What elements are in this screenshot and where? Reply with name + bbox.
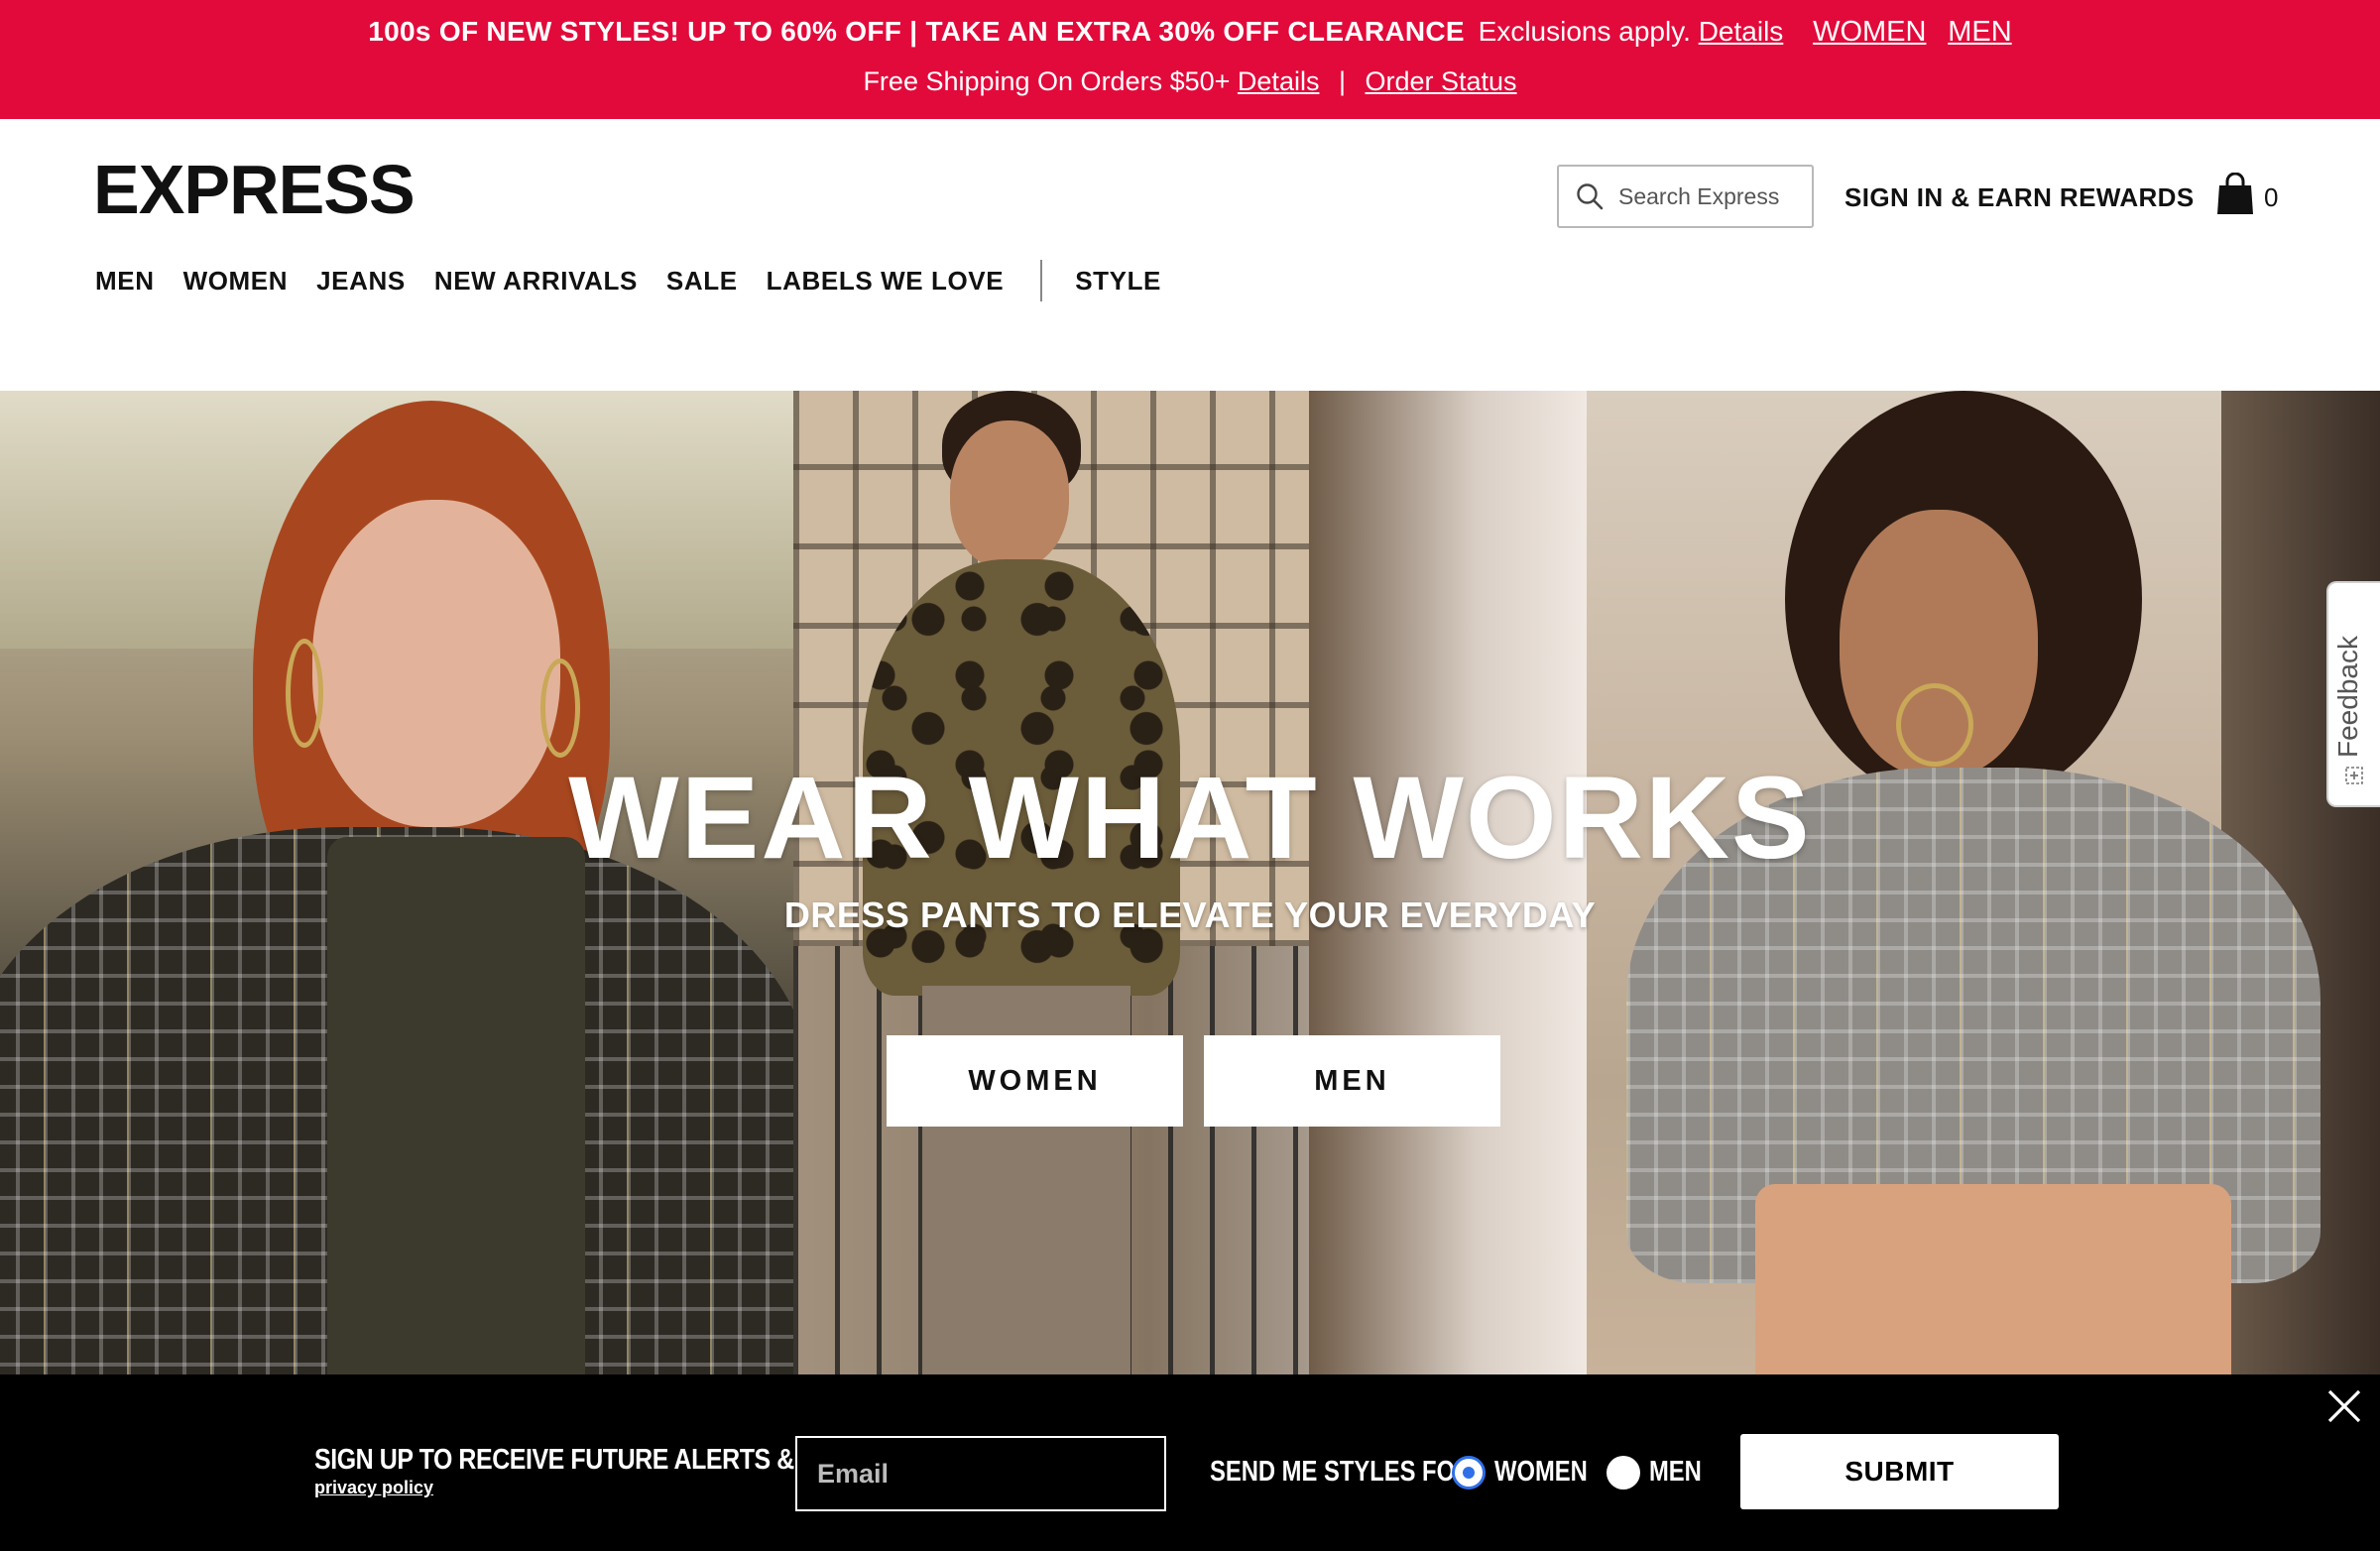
- feedback-label: Feedback: [2332, 636, 2363, 758]
- earring-left: [286, 639, 323, 748]
- nav-item-sale[interactable]: SALE: [666, 266, 738, 297]
- hero-title: WEAR WHAT WORKS: [568, 753, 1812, 884]
- sign-in-rewards-link[interactable]: SIGN IN & EARN REWARDS: [1844, 182, 2195, 213]
- hero-image-woman-right: [1587, 391, 2380, 1382]
- express-logo[interactable]: EXPRESS: [93, 152, 416, 227]
- bag-count[interactable]: 0: [2264, 182, 2278, 213]
- radio-women[interactable]: [1452, 1456, 1486, 1490]
- nav-item-new-arrivals[interactable]: NEW ARRIVALS: [434, 266, 638, 297]
- search-box[interactable]: [1557, 165, 1814, 228]
- figure-pants: [1755, 1184, 2231, 1382]
- hero-women-button[interactable]: WOMEN: [887, 1035, 1183, 1127]
- main-nav: MEN WOMEN JEANS NEW ARRIVALS SALE LABELS…: [95, 260, 1190, 301]
- hero-image-man-center: [793, 391, 1587, 1382]
- search-input[interactable]: [1618, 182, 1787, 210]
- nav-item-style[interactable]: STYLE: [1075, 266, 1161, 297]
- email-signup-bar: SIGN UP TO RECEIVE FUTURE ALERTS & OFFER…: [0, 1374, 2380, 1551]
- promo-exclusions-note: Exclusions apply.: [1478, 16, 1691, 47]
- radio-women-label[interactable]: WOMEN: [1494, 1456, 1588, 1489]
- radio-men-label[interactable]: MEN: [1649, 1456, 1702, 1489]
- promo-details-link[interactable]: Details: [1699, 16, 1784, 47]
- figure-face: [950, 420, 1069, 569]
- nav-item-men[interactable]: MEN: [95, 266, 155, 297]
- promo-women-link[interactable]: WOMEN: [1813, 16, 1926, 48]
- promo-line-primary: 100s OF NEW STYLES! UP TO 60% OFF | TAKE…: [0, 14, 2380, 50]
- styles-for-label: SEND ME STYLES FOR: [1210, 1456, 1473, 1488]
- hero-image-woman-left: [0, 391, 793, 1382]
- search-icon[interactable]: [1575, 181, 1605, 211]
- promo-men-link[interactable]: MEN: [1948, 16, 2011, 48]
- plus-box-icon: [2345, 767, 2363, 784]
- shipping-details-link[interactable]: Details: [1238, 66, 1320, 96]
- promo-separator: |: [1338, 66, 1346, 96]
- shipping-text: Free Shipping On Orders $50+: [863, 66, 1231, 96]
- nav-item-jeans[interactable]: JEANS: [316, 266, 406, 297]
- feedback-tab[interactable]: Feedback: [2326, 581, 2380, 807]
- privacy-policy-link[interactable]: privacy policy: [314, 1478, 433, 1498]
- earring-right: [540, 658, 580, 758]
- nav-divider: [1040, 260, 1043, 301]
- hero-men-button[interactable]: MEN: [1204, 1035, 1500, 1127]
- close-icon[interactable]: [2326, 1388, 2362, 1424]
- hero-banner[interactable]: WEAR WHAT WORKS DRESS PANTS TO ELEVATE Y…: [0, 391, 2380, 1382]
- email-field[interactable]: [795, 1436, 1166, 1511]
- promo-headline: 100s OF NEW STYLES! UP TO 60% OFF | TAKE…: [368, 16, 1465, 47]
- submit-button[interactable]: SUBMIT: [1740, 1434, 2059, 1509]
- nav-item-women[interactable]: WOMEN: [183, 266, 289, 297]
- promo-line-shipping: Free Shipping On Orders $50+ Details | O…: [0, 63, 2380, 99]
- radio-men[interactable]: [1606, 1456, 1640, 1490]
- promo-banner: 100s OF NEW STYLES! UP TO 60% OFF | TAKE…: [0, 0, 2380, 119]
- nav-item-labels-we-love[interactable]: LABELS WE LOVE: [767, 266, 1005, 297]
- blurred-curtain: [1309, 391, 1587, 1382]
- shopping-bag-icon[interactable]: [2215, 173, 2255, 216]
- order-status-link[interactable]: Order Status: [1366, 66, 1517, 96]
- hero-subtitle: DRESS PANTS TO ELEVATE YOUR EVERYDAY: [783, 895, 1597, 935]
